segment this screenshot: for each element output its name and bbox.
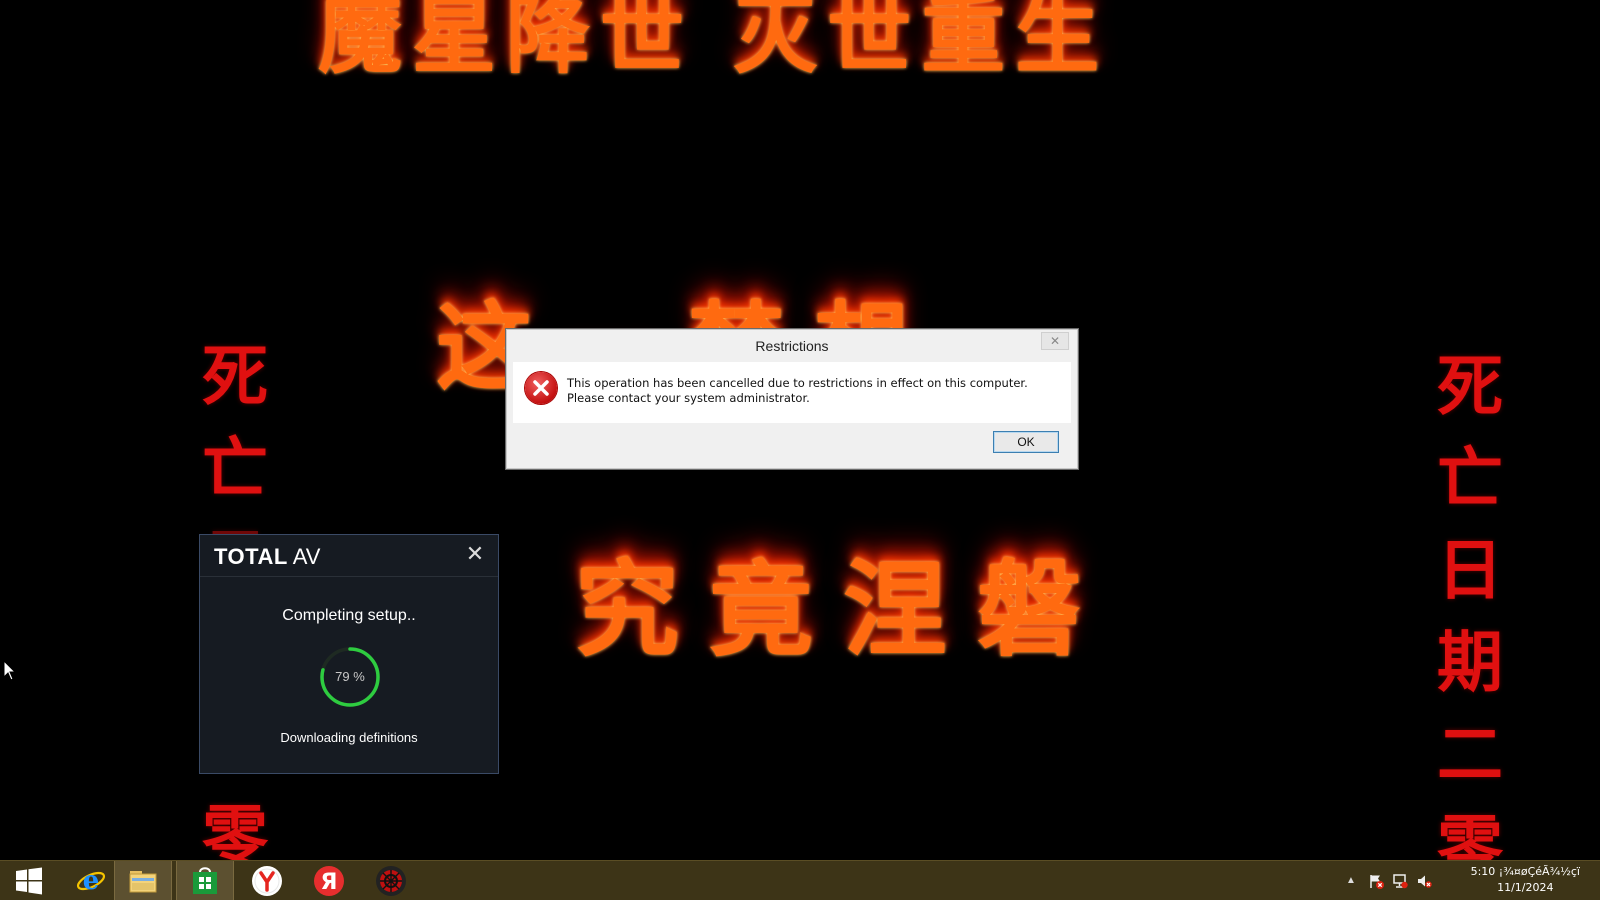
taskbar-file-explorer[interactable] xyxy=(114,861,172,900)
wallpaper-left-char: 死 xyxy=(202,337,268,415)
mouse-cursor-icon xyxy=(3,660,17,681)
wallpaper-right-column: 死 亡 日 期 二 零 xyxy=(1425,340,1515,860)
error-icon xyxy=(525,372,557,404)
totalav-logo: TOTAL AV xyxy=(214,544,320,570)
action-center-flag-icon[interactable] xyxy=(1368,873,1384,889)
error-x-glyph xyxy=(533,380,549,396)
show-hidden-icons-chevron-icon[interactable]: ▲ xyxy=(1346,875,1362,891)
wallpaper-left-char: 亡 xyxy=(202,429,268,507)
wallpaper-right-char: 零 xyxy=(1437,807,1503,860)
taskbar: e Я ▲ 5:10 ¡¾¤øÇéÃ¾½çï 11/1/2024 xyxy=(0,860,1600,900)
wallpaper-left-char: 零 xyxy=(202,797,268,860)
wallpaper-right-char: 亡 xyxy=(1437,439,1503,517)
wallpaper-lower-text: 究竟涅磐 xyxy=(575,548,1112,671)
setup-substatus: Downloading definitions xyxy=(280,730,418,745)
ie-icon: e xyxy=(76,866,106,896)
taskbar-red-app[interactable] xyxy=(362,861,420,900)
restrictions-dialog: Restrictions ✕ This operation has been c… xyxy=(506,329,1078,469)
dialog-message: This operation has been cancelled due to… xyxy=(567,376,1028,405)
yandex-browser-icon xyxy=(252,866,282,896)
dialog-body: This operation has been cancelled due to… xyxy=(513,362,1071,423)
app-icon xyxy=(376,866,406,896)
system-tray: ▲ 5:10 ¡¾¤øÇéÃ¾½çï 11/1/2024 xyxy=(1340,861,1600,900)
wallpaper-right-char: 期 xyxy=(1437,623,1503,701)
clock-time: 5:10 ¡¾¤øÇéÃ¾½çï xyxy=(1470,865,1580,878)
wallpaper-top-text: 魔星降世 灭世重生 xyxy=(318,0,1110,85)
totalav-header: TOTAL AV ✕ xyxy=(200,535,498,577)
ok-button[interactable]: OK xyxy=(993,431,1059,453)
dialog-close-button[interactable]: ✕ xyxy=(1041,332,1069,350)
logo-light: AV xyxy=(292,544,321,569)
progress-percent: 79 % xyxy=(335,669,365,684)
folder-icon xyxy=(129,871,157,893)
network-icon[interactable] xyxy=(1392,873,1408,889)
wallpaper-right-char: 死 xyxy=(1437,347,1503,425)
wallpaper-right-char: 日 xyxy=(1437,531,1503,609)
windows-icon xyxy=(16,867,42,895)
setup-status: Completing setup.. xyxy=(282,607,416,624)
taskbar-store[interactable] xyxy=(176,861,234,900)
dialog-title: Restrictions xyxy=(755,338,829,354)
svg-text:Я: Я xyxy=(321,870,338,895)
logo-bold: TOTAL xyxy=(214,544,288,569)
taskbar-clock[interactable]: 5:10 ¡¾¤øÇéÃ¾½çï 11/1/2024 xyxy=(1471,864,1580,896)
taskbar-yandex[interactable]: Я xyxy=(300,861,358,900)
volume-muted-icon[interactable] xyxy=(1416,873,1432,889)
clock-date: 11/1/2024 xyxy=(1497,881,1554,894)
totalav-popup: TOTAL AV ✕ Completing setup.. 79 % Downl… xyxy=(199,534,499,774)
yandex-icon: Я xyxy=(314,866,344,896)
taskbar-internet-explorer[interactable]: e xyxy=(62,861,120,900)
svg-text:e: e xyxy=(83,866,100,896)
totalav-close-button[interactable]: ✕ xyxy=(464,543,486,565)
store-icon xyxy=(193,867,217,894)
start-button[interactable] xyxy=(0,861,58,900)
dialog-titlebar[interactable]: Restrictions ✕ xyxy=(507,330,1077,362)
taskbar-yandex-browser[interactable] xyxy=(238,861,296,900)
wallpaper-right-char: 二 xyxy=(1437,715,1503,793)
